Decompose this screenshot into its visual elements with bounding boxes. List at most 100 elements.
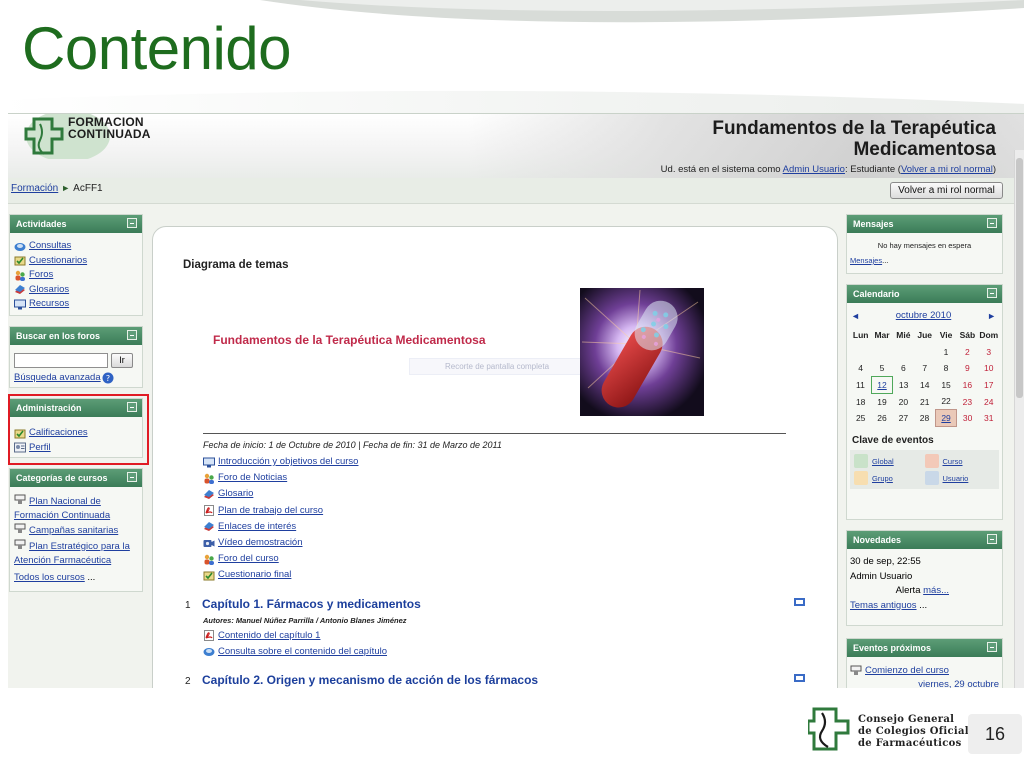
prev-month-icon[interactable]: ◄ xyxy=(851,311,860,321)
collapse-icon[interactable] xyxy=(987,642,997,652)
calendar-day[interactable]: 13 xyxy=(893,377,914,394)
calendar-day[interactable]: 28 xyxy=(914,410,935,427)
calendar-day xyxy=(871,344,892,361)
advanced-search-link[interactable]: Búsqueda avanzada xyxy=(14,371,101,386)
chapter-1-show-only-icon[interactable] xyxy=(794,598,805,606)
event-date[interactable]: viernes, 29 octubre xyxy=(850,679,999,688)
vertical-scrollbar[interactable] xyxy=(1014,150,1024,688)
calendar-day[interactable]: 29 xyxy=(934,409,958,428)
eye-icon xyxy=(924,454,939,469)
collapse-icon[interactable] xyxy=(127,472,137,482)
link-foro-curso[interactable]: Foro del curso xyxy=(203,551,358,567)
calendar-day[interactable]: 4 xyxy=(850,360,871,377)
block-actividades: Actividades Consultas Cuestionarios Foro… xyxy=(9,214,143,316)
people-icon xyxy=(204,473,214,484)
link-enlaces[interactable]: Enlaces de interés xyxy=(203,519,358,535)
calendar-day[interactable]: 25 xyxy=(850,410,871,427)
calendar-day[interactable]: 9 xyxy=(957,360,978,377)
calendar-day[interactable]: 3 xyxy=(978,344,999,361)
calendar-day[interactable]: 21 xyxy=(914,393,935,410)
next-month-icon[interactable]: ► xyxy=(987,311,996,321)
messages-link[interactable]: Mensajes xyxy=(850,256,882,265)
legend-usuario[interactable]: Usuario xyxy=(924,471,996,486)
calendar-day[interactable]: 22 xyxy=(935,393,956,410)
link-introduccion[interactable]: Introducción y objetivos del curso xyxy=(203,454,358,470)
calendar-day[interactable]: 19 xyxy=(871,393,892,410)
collapse-icon[interactable] xyxy=(987,288,997,298)
link-foro-noticias[interactable]: Foro de Noticias xyxy=(203,470,358,486)
block-eventos: Eventos próximos Comienzo del curso vier… xyxy=(846,638,1003,688)
org-name: Consejo General de Colegios Oficiales de… xyxy=(858,714,982,749)
calendar-day[interactable]: 14 xyxy=(914,377,935,394)
breadcrumb-home-link[interactable]: Formación xyxy=(11,183,58,194)
slide-title: Contenido xyxy=(22,15,292,82)
event-legend: Global Curso Grupo Usuario xyxy=(850,450,999,490)
calendar-month[interactable]: octubre 2010 xyxy=(896,310,951,321)
link-glosario[interactable]: Glosario xyxy=(203,486,358,502)
calendar-day[interactable]: 2 xyxy=(957,344,978,361)
calendar-day[interactable]: 30 xyxy=(957,410,978,427)
moodle-course-screenshot: FORMACION CONTINUADA Fundamentos de la T… xyxy=(8,113,1024,688)
activity-recursos[interactable]: Recursos xyxy=(14,297,138,312)
legend-curso[interactable]: Curso xyxy=(924,454,996,469)
activity-glosarios[interactable]: Glosarios xyxy=(14,283,138,298)
scroll-thumb[interactable] xyxy=(1016,158,1023,398)
calendar-day[interactable]: 11 xyxy=(850,377,871,394)
category-plan-nacional[interactable]: Plan Nacional de Formación Continuada xyxy=(14,494,138,523)
calendar-day[interactable]: 1 xyxy=(935,344,956,361)
collapse-icon[interactable] xyxy=(127,218,137,228)
chapter-2-show-only-icon[interactable] xyxy=(794,674,805,682)
eye-icon xyxy=(854,471,868,486)
calendar-day[interactable]: 27 xyxy=(893,410,914,427)
collapse-icon[interactable] xyxy=(987,218,997,228)
link-video[interactable]: Vídeo demostración xyxy=(203,535,358,551)
block-header-buscar: Buscar en los foros xyxy=(10,327,142,345)
calendar-day[interactable]: 23 xyxy=(957,393,978,410)
link-cuestionario-final[interactable]: Cuestionario final xyxy=(203,567,358,583)
calendar-day[interactable]: 6 xyxy=(893,360,914,377)
activity-consultas[interactable]: Consultas xyxy=(14,239,138,254)
calendar-day xyxy=(893,344,914,361)
collapse-icon[interactable] xyxy=(127,330,137,340)
link-plan-trabajo[interactable]: Plan de trabajo del curso xyxy=(203,503,358,519)
calendar-day[interactable]: 31 xyxy=(978,410,999,427)
chapter-2-title[interactable]: Capítulo 2. Origen y mecanismo de acción… xyxy=(202,673,538,687)
calendar-day[interactable]: 5 xyxy=(871,360,892,377)
return-role-button[interactable]: Volver a mi rol normal xyxy=(890,182,1003,199)
category-campanas[interactable]: Campañas sanitarias xyxy=(14,523,138,538)
help-icon[interactable]: ? xyxy=(102,372,114,384)
screenshot-overlay-label: Recorte de pantalla completa xyxy=(409,358,585,375)
legend-grupo[interactable]: Grupo xyxy=(854,471,925,486)
legend-global[interactable]: Global xyxy=(854,454,925,469)
old-topics-link[interactable]: Temas antiguos xyxy=(850,600,917,611)
calendar-day[interactable]: 16 xyxy=(957,377,978,394)
calendar-day[interactable]: 26 xyxy=(871,410,892,427)
all-courses-link[interactable]: Todos los cursos xyxy=(14,572,85,583)
calendar-day[interactable]: 24 xyxy=(978,393,999,410)
user-link[interactable]: Admin Usuario xyxy=(783,164,845,175)
chapter-1-title[interactable]: Capítulo 1. Fármacos y medicamentos xyxy=(202,597,421,611)
chapter-1-forum-link[interactable]: Consulta sobre el contenido del capítulo xyxy=(203,646,387,657)
event-comienzo[interactable]: Comienzo del curso xyxy=(850,665,999,676)
breadcrumb: Formación ► AcFF1 xyxy=(11,183,103,194)
activity-cuestionarios[interactable]: Cuestionarios xyxy=(14,254,138,269)
calendar-day[interactable]: 10 xyxy=(978,360,999,377)
calendar-day[interactable]: 18 xyxy=(850,393,871,410)
calendar-day[interactable]: 12 xyxy=(870,376,894,394)
category-plan-estrategico[interactable]: Plan Estratégico para la Atención Farmacé… xyxy=(14,539,138,568)
block-header-actividades: Actividades xyxy=(10,215,142,233)
calendar-day[interactable]: 7 xyxy=(914,360,935,377)
chapter-2-number: 2 xyxy=(185,676,191,687)
news-more-link[interactable]: más... xyxy=(923,585,949,596)
calendar-day[interactable]: 15 xyxy=(935,377,956,394)
calendar-day[interactable]: 20 xyxy=(893,393,914,410)
collapse-icon[interactable] xyxy=(987,534,997,544)
calendar-day[interactable]: 8 xyxy=(935,360,956,377)
calendar-day[interactable]: 17 xyxy=(978,377,999,394)
chapter-1-content-link[interactable]: Contenido del capítulo 1 xyxy=(203,630,320,641)
forum-search-input[interactable] xyxy=(14,353,108,368)
forum-search-button[interactable]: Ir xyxy=(111,353,133,368)
news-date: 30 de sep, 22:55 xyxy=(850,556,921,567)
activity-foros[interactable]: Foros xyxy=(14,268,138,283)
return-role-link[interactable]: Volver a mi rol normal xyxy=(901,164,993,175)
